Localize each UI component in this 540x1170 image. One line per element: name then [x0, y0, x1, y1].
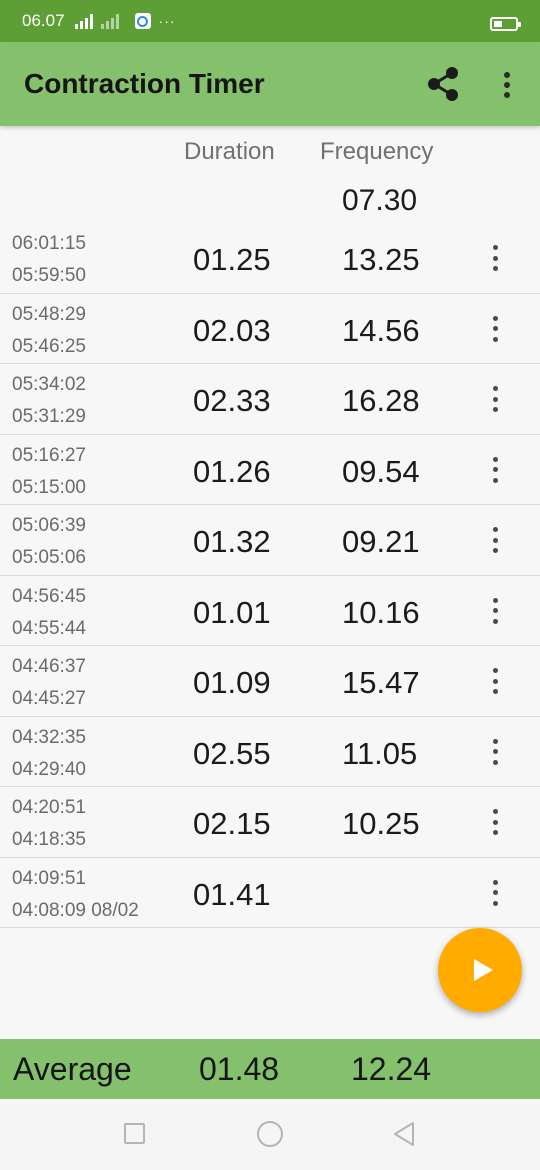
average-frequency: 12.24: [351, 1051, 432, 1087]
row-more-icon[interactable]: [488, 668, 502, 694]
end-time: 04:56:45: [12, 585, 86, 607]
duration-value: 01.26: [193, 453, 271, 489]
row-more-icon[interactable]: [488, 245, 502, 271]
table-row[interactable]: 04:32:35 04:29:40 02.55 11.05: [0, 717, 540, 787]
end-time: 05:48:29: [12, 303, 86, 325]
first-frequency: 07.30: [342, 184, 418, 217]
more-vert-icon[interactable]: [494, 70, 520, 100]
start-time: 04:08:09 08/02: [12, 899, 139, 921]
row-more-icon[interactable]: [488, 809, 502, 835]
frequency-value: 11.05: [342, 735, 418, 771]
more-dots-icon: ···: [158, 13, 176, 29]
frequency-value: 15.47: [342, 665, 420, 700]
frequency-value: 09.21: [342, 524, 420, 559]
frequency-header: Frequency: [320, 138, 434, 165]
frequency-value: 10.25: [342, 806, 420, 841]
home-circle-icon[interactable]: [257, 1121, 283, 1147]
duration-value: 01.41: [193, 876, 271, 912]
end-time: 04:46:37: [12, 656, 86, 677]
duration-value: 01.01: [193, 594, 271, 630]
end-time: 05:16:27: [12, 444, 86, 466]
table-row[interactable]: 05:48:29 05:46:25 02.03 14.56: [0, 294, 540, 364]
row-more-icon[interactable]: [488, 386, 502, 412]
status-bar: 06.07 ···: [0, 0, 540, 42]
table-row[interactable]: 05:34:02 05:31:29 02.33 16.28: [0, 364, 540, 435]
end-time: 05:06:39: [12, 515, 86, 536]
average-bar: Average 01.48 12.24: [0, 1039, 540, 1099]
app-title: Contraction Timer: [24, 68, 265, 99]
back-triangle-icon[interactable]: [392, 1121, 416, 1147]
start-time: 05:15:00: [12, 476, 86, 498]
row-more-icon[interactable]: [488, 315, 502, 342]
start-time: 04:29:40: [12, 758, 86, 780]
app-bar: Contraction Timer: [0, 42, 540, 126]
table-row[interactable]: 04:46:37 04:45:27 01.09 15.47: [0, 646, 540, 717]
duration-value: 01.32: [193, 524, 271, 559]
table-row[interactable]: 04:56:45 04:55:44 01.01 10.16: [0, 576, 540, 646]
start-time: 04:55:44: [12, 617, 86, 639]
app-notification-icon: [134, 13, 151, 29]
signal-icon-2: [100, 13, 119, 29]
recents-square-icon[interactable]: [124, 1123, 145, 1144]
duration-value: 02.15: [193, 806, 271, 841]
frequency-value: 10.16: [342, 594, 420, 630]
end-time: 05:34:02: [12, 374, 86, 395]
table-row[interactable]: 05:06:39 05:05:06 01.32 09.21: [0, 505, 540, 576]
status-time: 06.07: [22, 11, 65, 30]
average-duration: 01.48: [199, 1051, 280, 1087]
table-row[interactable]: 06:01:15 05:59:50 01.25 13.25: [0, 223, 540, 294]
table-row[interactable]: 04:09:51 04:08:09 08/02 01.41: [0, 858, 540, 928]
end-time: 06:01:15: [12, 233, 86, 254]
row-more-icon[interactable]: [488, 527, 502, 553]
end-time: 04:09:51: [12, 867, 86, 889]
frequency-value: 16.28: [342, 383, 420, 418]
start-timer-button[interactable]: [438, 928, 522, 1012]
average-label: Average: [13, 1051, 132, 1087]
battery-icon: [490, 17, 521, 31]
contraction-list: 06:01:15 05:59:50 01.25 13.25 05:48:29 0…: [0, 223, 540, 928]
frequency-value: 09.54: [342, 453, 420, 489]
duration-header: Duration: [184, 138, 275, 165]
start-time: 05:31:29: [12, 406, 86, 427]
table-row[interactable]: 04:20:51 04:18:35 02.15 10.25: [0, 787, 540, 858]
start-time: 05:05:06: [12, 547, 86, 568]
system-nav-bar: [0, 1099, 540, 1170]
duration-value: 01.25: [193, 242, 271, 277]
frequency-value: 14.56: [342, 312, 420, 348]
signal-icon: [74, 13, 93, 29]
duration-value: 01.09: [193, 665, 271, 700]
table-row[interactable]: 05:16:27 05:15:00 01.26 09.54: [0, 435, 540, 505]
row-more-icon[interactable]: [488, 597, 502, 624]
frequency-value: 13.25: [342, 242, 420, 277]
share-button[interactable]: [424, 66, 464, 102]
end-time: 04:20:51: [12, 797, 86, 818]
share-icon: [428, 67, 458, 101]
duration-value: 02.03: [193, 312, 271, 348]
start-time: 04:45:27: [12, 688, 86, 709]
row-more-icon[interactable]: [488, 879, 502, 906]
row-more-icon[interactable]: [488, 456, 502, 483]
start-time: 05:59:50: [12, 265, 86, 286]
play-icon: [473, 959, 493, 981]
end-time: 04:32:35: [12, 726, 86, 748]
row-more-icon[interactable]: [488, 738, 502, 765]
duration-value: 02.33: [193, 383, 271, 418]
start-time: 04:18:35: [12, 829, 86, 850]
duration-value: 02.55: [193, 735, 271, 771]
start-time: 05:46:25: [12, 335, 86, 357]
